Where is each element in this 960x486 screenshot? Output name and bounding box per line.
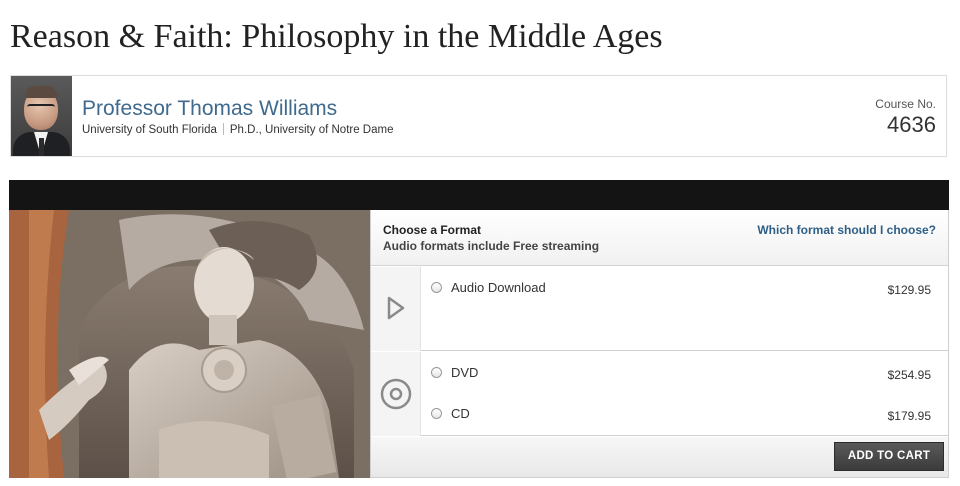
radio-dvd[interactable] <box>431 367 442 378</box>
professor-credentials: University of South Florida Ph.D., Univer… <box>82 123 393 136</box>
add-to-cart-button[interactable]: ADD TO CART <box>834 442 944 471</box>
professor-card: Professor Thomas Williams University of … <box>10 75 947 157</box>
format-heading: Choose a Format <box>383 223 482 237</box>
format-header: Choose a Format Audio formats include Fr… <box>371 210 948 266</box>
price-cd: $179.95 <box>887 409 931 423</box>
option-cd-label: CD <box>451 406 470 421</box>
option-audio-download[interactable]: Audio Download <box>431 280 546 295</box>
statue-illustration <box>9 210 370 478</box>
disc-icon-cell <box>371 352 421 436</box>
avatar <box>11 76 72 156</box>
professor-name-link[interactable]: Professor Thomas Williams <box>82 97 337 121</box>
option-dvd[interactable]: DVD <box>431 365 478 380</box>
credentials-divider <box>222 123 224 135</box>
price-audio-download: $129.95 <box>887 283 931 297</box>
option-dvd-label: DVD <box>451 365 479 380</box>
course-number-label: Course No. <box>875 97 936 111</box>
audio-icon-cell <box>371 267 421 351</box>
audio-format-row: Audio Download $129.95 <box>371 267 948 351</box>
course-header-bar <box>9 180 949 210</box>
page-title: Reason & Faith: Philosophy in the Middle… <box>10 18 663 55</box>
play-triangle-icon <box>387 296 405 320</box>
cart-bar: ADD TO CART <box>371 437 948 477</box>
option-audio-download-label: Audio Download <box>451 280 546 295</box>
radio-audio-download[interactable] <box>431 282 442 293</box>
disc-icon <box>380 378 412 410</box>
course-hero-image <box>9 210 370 478</box>
option-cd[interactable]: CD <box>431 406 470 421</box>
professor-institution: University of South Florida <box>82 124 217 136</box>
format-subheading: Audio formats include Free streaming <box>383 239 600 253</box>
format-help-link[interactable]: Which format should I choose? <box>757 223 936 237</box>
price-dvd: $254.95 <box>887 368 931 382</box>
radio-cd[interactable] <box>431 408 442 419</box>
disc-format-row: DVD $254.95 CD $179.95 <box>371 352 948 436</box>
professor-degree: Ph.D., University of Notre Dame <box>229 124 394 136</box>
format-purchase-panel: Choose a Format Audio formats include Fr… <box>370 210 949 478</box>
course-number: 4636 <box>887 112 936 137</box>
